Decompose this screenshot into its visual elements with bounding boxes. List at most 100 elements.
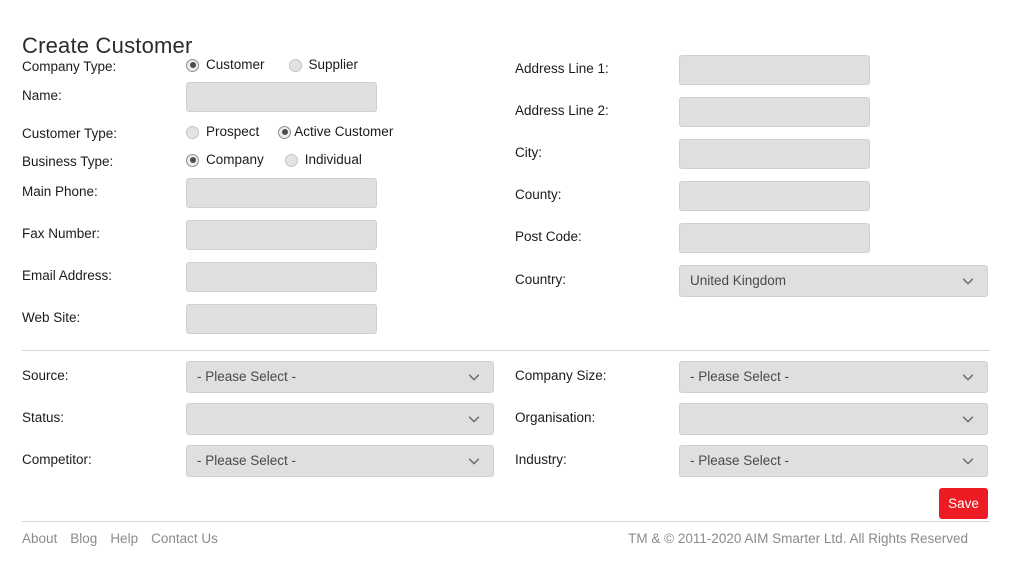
organisation-select[interactable] <box>679 403 988 435</box>
address-line-2-input[interactable] <box>679 97 870 127</box>
radio-company-type-customer[interactable]: Customer <box>186 57 265 73</box>
field-industry: Industry: - Please Select - <box>493 445 1003 487</box>
competitor-select[interactable]: - Please Select - <box>186 445 494 477</box>
label-customer-type: Customer Type: <box>22 126 118 141</box>
radio-label: Active Customer <box>294 124 394 139</box>
label-business-type: Business Type: <box>22 154 114 169</box>
label-web-site: Web Site: <box>22 310 81 325</box>
label-post-code: Post Code: <box>515 229 582 244</box>
post-code-input[interactable] <box>679 223 870 253</box>
footer-links: About Blog Help Contact Us <box>22 531 218 547</box>
field-name: Name: <box>0 82 500 122</box>
label-industry: Industry: <box>515 452 567 467</box>
label-country: Country: <box>515 272 567 287</box>
footer-link-contact-us[interactable]: Contact Us <box>151 531 218 547</box>
field-organisation: Organisation: <box>493 403 1003 445</box>
web-site-input[interactable] <box>186 304 377 334</box>
footer-link-blog[interactable]: Blog <box>70 531 97 547</box>
label-county: County: <box>515 187 562 202</box>
company-size-select-value: - Please Select - <box>690 369 790 384</box>
competitor-select-value: - Please Select - <box>197 453 297 468</box>
form-column-right: Address Line 1: Address Line 2: City: Co… <box>493 55 1003 307</box>
field-city: City: <box>493 139 1003 181</box>
label-fax-number: Fax Number: <box>22 226 101 241</box>
footer-copyright: TM & © 2011-2020 AIM Smarter Ltd. All Ri… <box>628 531 968 546</box>
field-business-type: Business Type: Company Individual <box>0 150 500 178</box>
chevron-down-icon <box>962 278 974 285</box>
label-main-phone: Main Phone: <box>22 184 98 199</box>
radio-dot-icon <box>288 58 302 72</box>
radio-business-type-individual[interactable]: Individual <box>284 152 362 168</box>
label-organisation: Organisation: <box>515 410 596 425</box>
create-customer-page: Create Customer Company Type: Customer S… <box>0 0 1014 571</box>
field-main-phone: Main Phone: <box>0 178 500 220</box>
field-status: Status: <box>0 403 500 445</box>
radio-dot-icon <box>284 153 298 167</box>
country-select[interactable]: United Kingdom <box>679 265 988 297</box>
name-input[interactable] <box>186 82 377 112</box>
field-country: Country: United Kingdom <box>493 265 1003 307</box>
radio-dot-icon <box>186 58 199 72</box>
field-company-size: Company Size: - Please Select - <box>493 361 1003 403</box>
email-address-input[interactable] <box>186 262 377 292</box>
chevron-down-icon <box>962 374 974 381</box>
radio-label: Individual <box>304 152 362 167</box>
company-size-select[interactable]: - Please Select - <box>679 361 988 393</box>
radio-business-type-company[interactable]: Company <box>186 152 264 168</box>
field-competitor: Competitor: - Please Select - <box>0 445 500 487</box>
field-address-line-1: Address Line 1: <box>493 55 1003 97</box>
label-city: City: <box>515 145 542 160</box>
field-customer-type: Customer Type: Prospect Active Customer <box>0 122 500 150</box>
radio-group-customer-type: Prospect Active Customer <box>186 124 412 140</box>
radio-label: Prospect <box>206 124 260 139</box>
source-select[interactable]: - Please Select - <box>186 361 494 393</box>
field-web-site: Web Site: <box>0 304 500 346</box>
radio-label: Company <box>206 152 264 167</box>
label-company-type: Company Type: <box>22 59 117 74</box>
field-address-line-2: Address Line 2: <box>493 97 1003 139</box>
chevron-down-icon <box>468 458 480 465</box>
field-source: Source: - Please Select - <box>0 361 500 403</box>
label-email-address: Email Address: <box>22 268 113 283</box>
label-address-line-2: Address Line 2: <box>515 103 609 118</box>
radio-company-type-supplier[interactable]: Supplier <box>288 57 359 73</box>
label-name: Name: <box>22 88 62 103</box>
radio-group-company-type: Customer Supplier <box>186 57 382 73</box>
radio-dot-icon <box>186 125 199 139</box>
form-column-right-lower: Company Size: - Please Select - Organisa… <box>493 361 1003 487</box>
fax-number-input[interactable] <box>186 220 377 250</box>
city-input[interactable] <box>679 139 870 169</box>
field-company-type: Company Type: Customer Supplier <box>0 55 500 82</box>
label-status: Status: <box>22 410 65 425</box>
country-select-value: United Kingdom <box>690 273 787 288</box>
form-column-left-lower: Source: - Please Select - Status: Compet… <box>0 361 500 487</box>
form-column-left: Company Type: Customer Supplier Name: Cu… <box>0 55 500 346</box>
field-county: County: <box>493 181 1003 223</box>
radio-group-business-type: Company Individual <box>186 152 383 168</box>
radio-customer-type-active-customer[interactable]: Active Customer <box>278 124 393 140</box>
radio-label: Customer <box>206 57 265 72</box>
footer-link-about[interactable]: About <box>22 531 57 547</box>
label-source: Source: <box>22 368 69 383</box>
radio-label: Supplier <box>308 57 359 72</box>
field-email-address: Email Address: <box>0 262 500 304</box>
address-line-1-input[interactable] <box>679 55 870 85</box>
save-button[interactable]: Save <box>939 488 988 519</box>
chevron-down-icon <box>468 374 480 381</box>
radio-dot-icon <box>278 125 292 139</box>
chevron-down-icon <box>468 416 480 423</box>
industry-select-value: - Please Select - <box>690 453 790 468</box>
chevron-down-icon <box>962 416 974 423</box>
radio-customer-type-prospect[interactable]: Prospect <box>186 124 259 140</box>
section-divider-top <box>22 350 990 351</box>
county-input[interactable] <box>679 181 870 211</box>
field-fax-number: Fax Number: <box>0 220 500 262</box>
footer-link-help[interactable]: Help <box>110 531 138 547</box>
chevron-down-icon <box>962 458 974 465</box>
label-competitor: Competitor: <box>22 452 92 467</box>
main-phone-input[interactable] <box>186 178 377 208</box>
status-select[interactable] <box>186 403 494 435</box>
source-select-value: - Please Select - <box>197 369 297 384</box>
footer-divider <box>22 521 990 522</box>
industry-select[interactable]: - Please Select - <box>679 445 988 477</box>
